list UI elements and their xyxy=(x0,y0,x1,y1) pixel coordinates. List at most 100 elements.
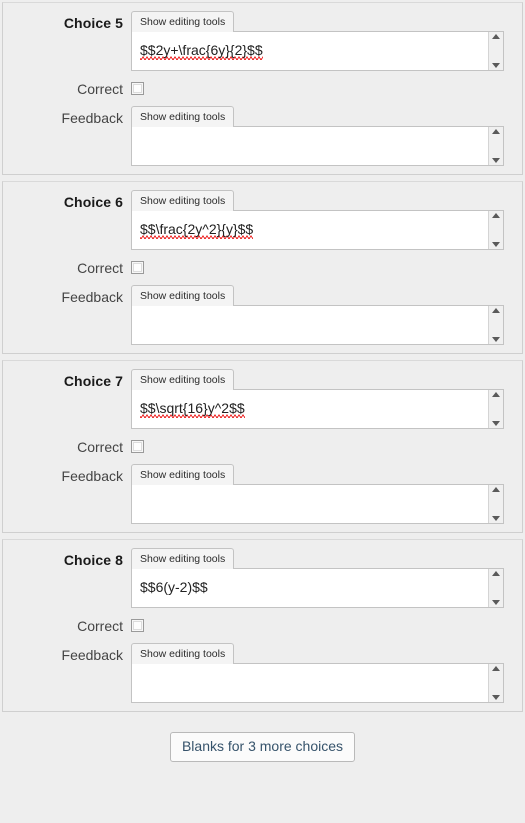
feedback-textarea[interactable] xyxy=(131,305,504,345)
choice-text-scrollbar[interactable] xyxy=(488,32,503,70)
choice-panel: Choice 6 Show editing tools $$\frac{2y^2… xyxy=(2,181,523,354)
correct-checkbox[interactable] xyxy=(131,619,144,632)
choice-feedback-row: Feedback Show editing tools xyxy=(3,106,504,166)
correct-label: Correct xyxy=(77,260,123,276)
spellchecked-text: $$\frac{2y^2}{y}$$ xyxy=(140,221,254,237)
scroll-down-arrow-icon[interactable] xyxy=(492,421,500,426)
feedback-textarea[interactable] xyxy=(131,484,504,524)
feedback-show-editing-tools-button[interactable]: Show editing tools xyxy=(131,643,235,664)
choice-text-textarea[interactable]: $$2y+\frac{6y}{2}$$ xyxy=(131,31,504,71)
choice-text-scrollbar[interactable] xyxy=(488,569,503,607)
feedback-scrollbar[interactable] xyxy=(488,664,503,702)
choice-text-field-col: Show editing tools $$\frac{2y^2}{y}$$ xyxy=(131,190,504,250)
show-editing-tools-button[interactable]: Show editing tools xyxy=(131,369,235,390)
choice-feedback-row: Feedback Show editing tools xyxy=(3,285,504,345)
choice-correct-row: Correct xyxy=(3,259,504,277)
choice-text-value[interactable]: $$\sqrt{16}y^2$$ xyxy=(132,390,488,428)
scroll-up-arrow-icon[interactable] xyxy=(492,308,500,313)
correct-label-col: Correct xyxy=(3,259,131,277)
feedback-scrollbar[interactable] xyxy=(488,306,503,344)
feedback-label-col: Feedback xyxy=(3,106,131,127)
feedback-label: Feedback xyxy=(61,110,123,126)
feedback-show-editing-tools-button[interactable]: Show editing tools xyxy=(131,464,235,485)
correct-checkbox[interactable] xyxy=(131,440,144,453)
choice-label-col: Choice 5 xyxy=(3,11,131,33)
choice-feedback-row: Feedback Show editing tools xyxy=(3,464,504,524)
correct-checkbox[interactable] xyxy=(131,261,144,274)
choice-text-field-col: Show editing tools $$2y+\frac{6y}{2}$$ xyxy=(131,11,504,71)
choice-text-scrollbar[interactable] xyxy=(488,390,503,428)
scroll-up-arrow-icon[interactable] xyxy=(492,129,500,134)
feedback-field-col: Show editing tools xyxy=(131,106,504,166)
feedback-textarea[interactable] xyxy=(131,126,504,166)
choice-correct-row: Correct xyxy=(3,438,504,456)
choice-text-scrollbar[interactable] xyxy=(488,211,503,249)
feedback-scrollbar[interactable] xyxy=(488,127,503,165)
feedback-field-col: Show editing tools xyxy=(131,643,504,703)
scroll-up-arrow-icon[interactable] xyxy=(492,392,500,397)
choice-panel: Choice 8 Show editing tools $$6(y-2)$$ C… xyxy=(2,539,523,712)
scroll-down-arrow-icon[interactable] xyxy=(492,158,500,163)
correct-field-col xyxy=(131,617,504,635)
choice-label-col: Choice 6 xyxy=(3,190,131,212)
choice-panel: Choice 5 Show editing tools $$2y+\frac{6… xyxy=(2,2,523,175)
feedback-value[interactable] xyxy=(132,664,488,702)
feedback-scrollbar[interactable] xyxy=(488,485,503,523)
choice-text-field-col: Show editing tools $$\sqrt{16}y^2$$ xyxy=(131,369,504,429)
scroll-up-arrow-icon[interactable] xyxy=(492,213,500,218)
choice-title: Choice 5 xyxy=(63,15,123,31)
choice-label-col: Choice 7 xyxy=(3,369,131,391)
correct-field-col xyxy=(131,259,504,277)
correct-label: Correct xyxy=(77,439,123,455)
feedback-label-col: Feedback xyxy=(3,285,131,306)
feedback-textarea[interactable] xyxy=(131,663,504,703)
choice-text-textarea[interactable]: $$6(y-2)$$ xyxy=(131,568,504,608)
show-editing-tools-button[interactable]: Show editing tools xyxy=(131,548,235,569)
feedback-field-col: Show editing tools xyxy=(131,285,504,345)
scroll-up-arrow-icon[interactable] xyxy=(492,571,500,576)
choice-text-value[interactable]: $$\frac{2y^2}{y}$$ xyxy=(132,211,488,249)
choice-title: Choice 7 xyxy=(63,373,123,389)
choice-text-textarea[interactable]: $$\frac{2y^2}{y}$$ xyxy=(131,210,504,250)
choice-text-value[interactable]: $$6(y-2)$$ xyxy=(132,569,488,607)
scroll-up-arrow-icon[interactable] xyxy=(492,34,500,39)
feedback-field-col: Show editing tools xyxy=(131,464,504,524)
question-choices-editor: Choice 5 Show editing tools $$2y+\frac{6… xyxy=(0,2,525,823)
feedback-label: Feedback xyxy=(61,289,123,305)
choice-text-textarea[interactable]: $$\sqrt{16}y^2$$ xyxy=(131,389,504,429)
scroll-down-arrow-icon[interactable] xyxy=(492,600,500,605)
scroll-down-arrow-icon[interactable] xyxy=(492,695,500,700)
scroll-up-arrow-icon[interactable] xyxy=(492,487,500,492)
feedback-label: Feedback xyxy=(61,647,123,663)
spellchecked-text: $$\sqrt{16}y^2$$ xyxy=(140,400,245,416)
feedback-label-col: Feedback xyxy=(3,643,131,664)
correct-label-col: Correct xyxy=(3,617,131,635)
choice-panel: Choice 7 Show editing tools $$\sqrt{16}y… xyxy=(2,360,523,533)
feedback-show-editing-tools-button[interactable]: Show editing tools xyxy=(131,285,235,306)
choice-text-field-col: Show editing tools $$6(y-2)$$ xyxy=(131,548,504,608)
correct-label-col: Correct xyxy=(3,438,131,456)
feedback-value[interactable] xyxy=(132,127,488,165)
show-editing-tools-button[interactable]: Show editing tools xyxy=(131,190,235,211)
scroll-up-arrow-icon[interactable] xyxy=(492,666,500,671)
feedback-show-editing-tools-button[interactable]: Show editing tools xyxy=(131,106,235,127)
choice-text-value[interactable]: $$2y+\frac{6y}{2}$$ xyxy=(132,32,488,70)
correct-label-col: Correct xyxy=(3,80,131,98)
choice-feedback-row: Feedback Show editing tools xyxy=(3,643,504,703)
blanks-for-more-choices-button[interactable]: Blanks for 3 more choices xyxy=(169,732,356,762)
scroll-down-arrow-icon[interactable] xyxy=(492,516,500,521)
correct-label: Correct xyxy=(77,81,123,97)
choice-text-row: Choice 6 Show editing tools $$\frac{2y^2… xyxy=(3,190,504,250)
feedback-value[interactable] xyxy=(132,306,488,344)
choice-title: Choice 8 xyxy=(63,552,123,568)
correct-label: Correct xyxy=(77,618,123,634)
footer-bar: Blanks for 3 more choices xyxy=(0,718,525,762)
show-editing-tools-button[interactable]: Show editing tools xyxy=(131,11,235,32)
scroll-down-arrow-icon[interactable] xyxy=(492,242,500,247)
scroll-down-arrow-icon[interactable] xyxy=(492,337,500,342)
scroll-down-arrow-icon[interactable] xyxy=(492,63,500,68)
choice-text-row: Choice 7 Show editing tools $$\sqrt{16}y… xyxy=(3,369,504,429)
spellchecked-text: $$2y+\frac{6y}{2}$$ xyxy=(140,42,263,58)
correct-checkbox[interactable] xyxy=(131,82,144,95)
feedback-value[interactable] xyxy=(132,485,488,523)
